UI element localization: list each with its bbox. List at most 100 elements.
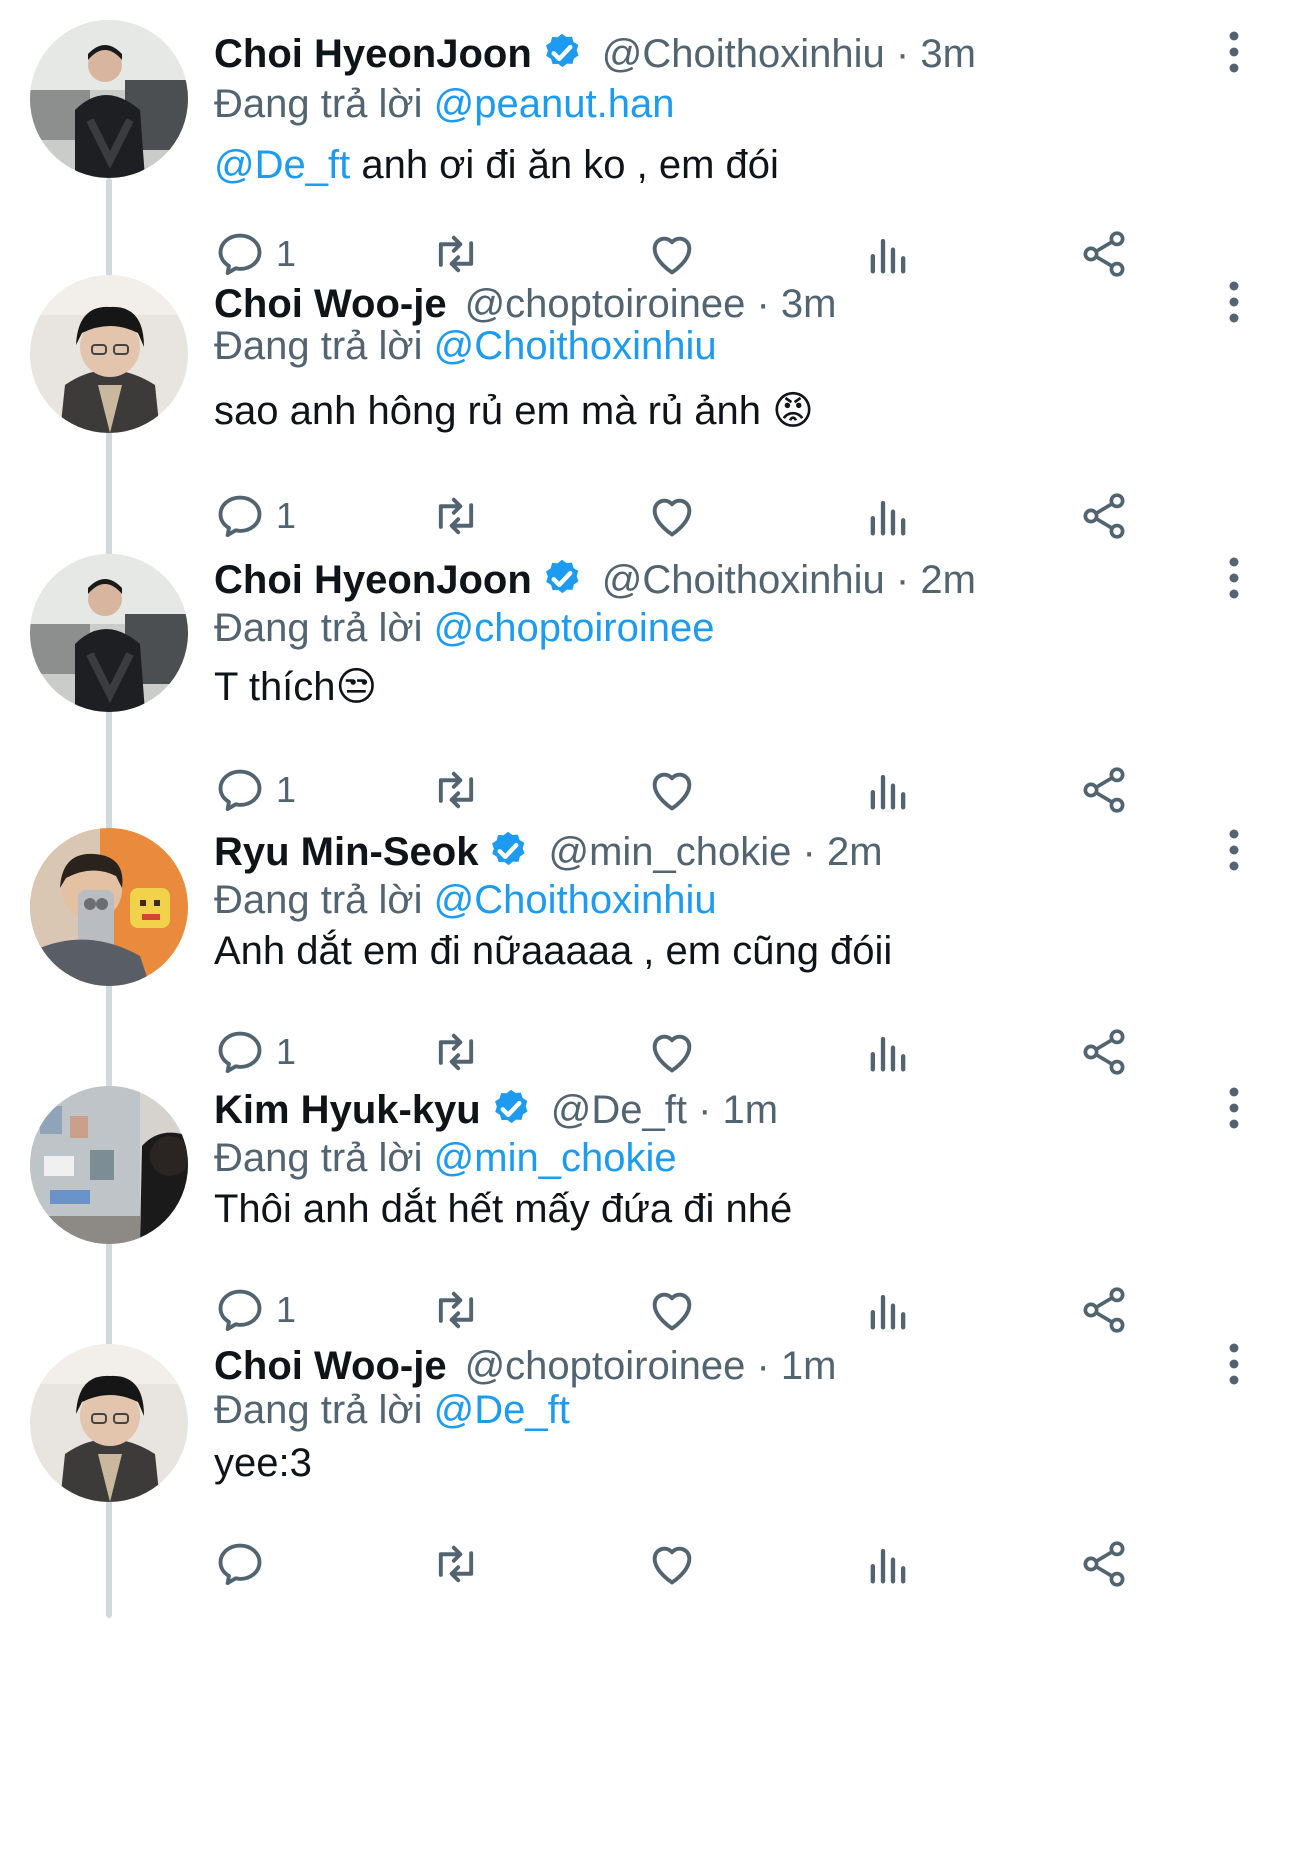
timestamp[interactable]: 3m <box>920 32 976 76</box>
reply-button[interactable]: 1 <box>214 760 296 820</box>
tweet[interactable]: Kim Hyuk-kyu @De_ft · 1m Đang trả lời @mi… <box>0 1078 1290 1378</box>
timestamp[interactable]: 1m <box>781 1344 837 1388</box>
replying-prefix: Đang trả lời <box>214 82 423 126</box>
share-button[interactable] <box>1078 1534 1130 1594</box>
views-button[interactable] <box>862 1534 914 1594</box>
timestamp[interactable]: 3m <box>781 282 837 326</box>
display-name[interactable]: Choi HyeonJoon <box>214 558 532 602</box>
heart-icon <box>652 1034 692 1073</box>
handle[interactable]: @Choithoxinhiu <box>602 558 885 602</box>
separator-dot: · <box>895 558 910 602</box>
display-name[interactable]: Choi Woo-je <box>214 1344 447 1388</box>
retweet-button[interactable] <box>430 1280 482 1340</box>
like-button[interactable] <box>646 486 698 546</box>
tweet-header: Choi HyeonJoon @Choithoxinhiu · 2m <box>214 556 976 604</box>
retweet-icon <box>438 497 474 535</box>
tweet[interactable]: Choi HyeonJoon @Choithoxinhiu · 3m Đang t… <box>0 0 1290 300</box>
tweet-text: Anh dắt em đi nữaaaaa , em cũng đóii <box>214 926 892 976</box>
views-button[interactable] <box>862 1280 914 1340</box>
timestamp[interactable]: 2m <box>827 830 883 874</box>
handle[interactable]: @min_chokie <box>548 830 791 874</box>
tweet-header: Kim Hyuk-kyu @De_ft · 1m <box>214 1086 778 1134</box>
separator-dot: · <box>698 1088 712 1132</box>
replying-mention-link[interactable]: @De_ft <box>434 1388 570 1432</box>
replying-mention-link[interactable]: @choptoiroinee <box>434 606 715 650</box>
replying-to: Đang trả lời @Choithoxinhiu <box>214 876 717 924</box>
display-name[interactable]: Ryu Min-Seok <box>214 830 478 874</box>
body-mention-link[interactable]: @De_ft <box>214 143 350 187</box>
views-button[interactable] <box>862 1022 914 1082</box>
replying-prefix: Đang trả lời <box>214 324 423 368</box>
tweet-text: sao anh hông rủ em mà rủ ảnh 😡 <box>214 386 814 436</box>
tweet[interactable]: Ryu Min-Seok @min_chokie · 2m Đang trả lờ… <box>0 820 1290 1120</box>
reply-count: 1 <box>276 769 297 810</box>
heart-icon <box>652 772 692 811</box>
share-button[interactable] <box>1078 486 1130 546</box>
more-icon[interactable] <box>1222 280 1246 324</box>
more-icon[interactable] <box>1222 1086 1246 1130</box>
tweet[interactable]: Choi Woo-je @choptoiroinee · 1m Đang trả … <box>0 1334 1290 1634</box>
share-button[interactable] <box>1078 760 1130 820</box>
timestamp[interactable]: 1m <box>723 1088 779 1132</box>
reply-button[interactable]: 1 <box>214 486 296 546</box>
replying-prefix: Đang trả lời <box>214 1136 423 1180</box>
reply-button[interactable] <box>214 1534 276 1594</box>
verified-badge-icon <box>545 33 579 68</box>
avatar[interactable] <box>30 20 188 178</box>
more-icon[interactable] <box>1222 1342 1246 1386</box>
display-name[interactable]: Choi Woo-je <box>214 282 447 326</box>
tweet-header: Choi Woo-je @choptoiroinee · 3m <box>214 280 837 328</box>
share-button[interactable] <box>1078 1280 1130 1340</box>
avatar[interactable] <box>30 1344 188 1502</box>
share-button[interactable] <box>1078 1022 1130 1082</box>
views-button[interactable] <box>862 486 914 546</box>
tweet-text: yee:3 <box>214 1438 312 1488</box>
like-button[interactable] <box>646 1280 698 1340</box>
separator-dot: · <box>895 32 910 76</box>
reply-button[interactable]: 1 <box>214 1280 296 1340</box>
views-icon <box>870 1548 906 1584</box>
avatar[interactable] <box>30 554 188 712</box>
retweet-button[interactable] <box>430 486 482 546</box>
body-text: Thôi anh dắt hết mấy đứa đi nhé <box>214 1187 793 1231</box>
replying-mention-link[interactable]: @Choithoxinhiu <box>434 878 717 922</box>
share-icon <box>1083 493 1125 539</box>
replying-prefix: Đang trả lời <box>214 878 423 922</box>
more-icon[interactable] <box>1222 556 1246 600</box>
like-button[interactable] <box>646 760 698 820</box>
replying-mention-link[interactable]: @Choithoxinhiu <box>434 324 717 368</box>
avatar[interactable] <box>30 275 188 433</box>
retweet-button[interactable] <box>430 1022 482 1082</box>
heart-icon <box>652 1292 692 1331</box>
reply-count: 1 <box>276 495 297 536</box>
reply-button[interactable]: 1 <box>214 1022 296 1082</box>
avatar[interactable] <box>30 1086 188 1244</box>
heart-icon <box>652 498 692 537</box>
retweet-button[interactable] <box>430 1534 482 1594</box>
tweet[interactable]: Choi Woo-je @choptoiroinee · 3m Đang trả … <box>0 260 1290 560</box>
tweet[interactable]: Choi HyeonJoon @Choithoxinhiu · 2m Đang t… <box>0 544 1290 844</box>
body-text: yee:3 <box>214 1441 312 1485</box>
display-name[interactable]: Choi HyeonJoon <box>214 32 532 76</box>
replying-mention-link[interactable]: @peanut.han <box>434 82 675 126</box>
share-icon <box>1083 1287 1125 1333</box>
like-button[interactable] <box>646 1022 698 1082</box>
avatar[interactable] <box>30 828 188 986</box>
views-button[interactable] <box>862 760 914 820</box>
handle[interactable]: @choptoiroinee <box>465 1344 746 1388</box>
reply-icon <box>218 1543 262 1586</box>
handle[interactable]: @De_ft <box>551 1088 687 1132</box>
tweet-text: Thôi anh dắt hết mấy đứa đi nhé <box>214 1184 792 1234</box>
replying-to: Đang trả lời @Choithoxinhiu <box>214 322 717 370</box>
retweet-button[interactable] <box>430 760 482 820</box>
more-icon[interactable] <box>1222 828 1246 872</box>
like-button[interactable] <box>646 1534 698 1594</box>
handle[interactable]: @choptoiroinee <box>465 282 746 326</box>
more-icon[interactable] <box>1222 30 1246 74</box>
reply-icon <box>218 1289 262 1332</box>
timestamp[interactable]: 2m <box>920 558 976 602</box>
handle[interactable]: @Choithoxinhiu <box>602 32 885 76</box>
separator-dot: · <box>756 282 770 326</box>
replying-mention-link[interactable]: @min_chokie <box>434 1136 677 1180</box>
display-name[interactable]: Kim Hyuk-kyu <box>214 1088 481 1132</box>
